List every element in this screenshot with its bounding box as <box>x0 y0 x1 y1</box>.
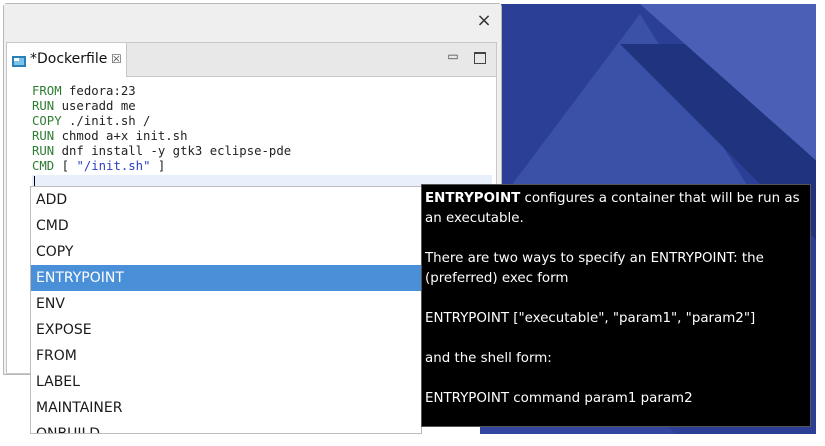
info-paragraph: and the shell form: <box>425 351 552 366</box>
keyword: RUN <box>32 144 55 158</box>
code-line: FROM fedora:23 <box>32 84 291 99</box>
proposal-item[interactable]: ENV <box>31 291 421 317</box>
content-assist-list: ADD CMD COPY ENTRYPOINT ENV EXPOSE FROM … <box>30 186 422 434</box>
line-text: [ <box>54 159 77 173</box>
info-paragraph: ENTRYPOINT command param1 param2 <box>425 391 693 406</box>
proposal-item-selected[interactable]: ENTRYPOINT <box>31 265 421 291</box>
proposal-item[interactable]: EXPOSE <box>31 317 421 343</box>
code-line: COPY ./init.sh / <box>32 114 291 129</box>
minimize-button[interactable]: ▭ <box>446 49 460 63</box>
proposal-item[interactable]: LABEL <box>31 369 421 395</box>
title-bar: × <box>4 4 501 40</box>
keyword: FROM <box>32 84 62 98</box>
window-close-button[interactable]: × <box>475 12 493 30</box>
info-paragraph: ENTRYPOINT configures a container that w… <box>425 189 806 229</box>
maximize-button[interactable] <box>474 52 486 64</box>
code-text[interactable]: FROM fedora:23 RUN useradd me COPY ./init.… <box>32 84 291 174</box>
keyword: COPY <box>32 114 62 128</box>
keyword: CMD <box>32 159 55 173</box>
dockerfile-icon <box>12 56 26 67</box>
proposal-item[interactable]: CMD <box>31 213 421 239</box>
proposal-item[interactable]: FROM <box>31 343 421 369</box>
info-paragraph: ENTRYPOINT ["executable", "param1", "par… <box>425 311 756 326</box>
code-line: RUN useradd me <box>32 99 291 114</box>
editor-tab-bar: *Dockerfile ☒ ▭ <box>7 43 496 77</box>
tab-title: *Dockerfile <box>30 51 108 67</box>
info-paragraph: There are two ways to specify an ENTRYPO… <box>425 251 764 286</box>
proposal-info-popup: ENTRYPOINT configures a container that w… <box>421 184 811 427</box>
keyword: RUN <box>32 129 55 143</box>
tab-close-icon[interactable]: ☒ <box>111 52 122 66</box>
keyword: RUN <box>32 99 55 113</box>
code-line: RUN chmod a+x init.sh <box>32 129 291 144</box>
proposal-item[interactable]: ADD <box>31 187 421 213</box>
code-line: CMD [ "/init.sh" ] <box>32 159 291 174</box>
proposal-item[interactable]: COPY <box>31 239 421 265</box>
code-line: RUN dnf install -y gtk3 eclipse-pde <box>32 144 291 159</box>
proposal-item[interactable]: MAINTAINER <box>31 395 421 421</box>
line-text: fedora:23 <box>61 84 136 98</box>
line-text: ./init.sh / <box>61 114 151 128</box>
line-text: ] <box>150 159 166 173</box>
line-text: useradd me <box>54 99 136 113</box>
info-keyword: ENTRYPOINT <box>425 191 521 206</box>
tab-dockerfile[interactable]: *Dockerfile ☒ <box>7 43 127 77</box>
string-literal: "/init.sh" <box>76 159 151 173</box>
proposal-item[interactable]: ONBUILD <box>31 421 421 433</box>
line-text: chmod a+x init.sh <box>54 129 188 143</box>
line-text: dnf install -y gtk3 eclipse-pde <box>54 144 292 158</box>
